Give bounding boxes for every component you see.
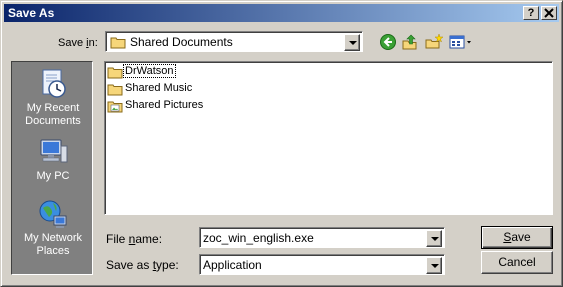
place-my-network-places[interactable]: My Network Places <box>12 198 94 258</box>
place-my-pc[interactable]: My PC <box>12 136 94 183</box>
network-places-icon <box>39 200 67 228</box>
back-icon <box>380 34 396 50</box>
place-label-line1: My Recent <box>26 102 80 114</box>
save-as-dialog: Save As ? Save in: Shared Documents My R… <box>0 0 563 287</box>
save-in-value: Shared Documents <box>130 35 233 49</box>
file-name-value: zoc_win_english.exe <box>203 231 314 245</box>
places-bar: My Recent Documents My PC My Network Pla… <box>11 61 93 275</box>
save-as-type-value: Application <box>203 258 262 272</box>
file-name-label: File name: <box>106 232 163 246</box>
dialog-title: Save As <box>8 6 55 20</box>
close-button[interactable] <box>541 6 557 20</box>
new-folder-icon <box>425 33 444 49</box>
up-folder-button[interactable] <box>401 33 419 51</box>
close-icon <box>544 8 554 18</box>
file-list[interactable]: DrWatson Shared Music Shared Pictures <box>104 61 553 215</box>
place-label-line2: Places <box>36 245 70 257</box>
folder-pictures-icon <box>107 101 123 113</box>
file-name-field[interactable]: zoc_win_english.exe <box>199 227 445 248</box>
place-label-line2: Documents <box>25 115 81 127</box>
chevron-down-icon[interactable] <box>426 257 442 274</box>
cancel-button[interactable]: Cancel <box>481 251 553 274</box>
place-label-line1: My Network <box>23 232 83 244</box>
file-name: DrWatson <box>123 64 176 78</box>
my-pc-icon <box>40 139 68 163</box>
save-in-dropdown[interactable]: Shared Documents <box>105 31 363 52</box>
file-name: Shared Music <box>125 82 193 94</box>
new-folder-button[interactable] <box>425 33 444 51</box>
view-menu-button[interactable] <box>449 33 473 51</box>
title-bar[interactable]: Save As ? <box>4 4 559 22</box>
recent-documents-icon <box>42 69 66 98</box>
folder-icon <box>110 37 126 49</box>
chevron-down-icon[interactable] <box>344 34 360 51</box>
save-as-type-dropdown[interactable]: Application <box>199 254 445 275</box>
view-menu-icon <box>449 35 471 49</box>
back-button[interactable] <box>379 33 397 51</box>
save-as-type-label: Save as type: <box>106 258 179 272</box>
help-button[interactable]: ? <box>523 6 539 20</box>
folder-icon <box>107 67 123 79</box>
save-button[interactable]: Save <box>481 226 553 249</box>
place-label-line1: My PC <box>36 170 70 182</box>
file-name: Shared Pictures <box>125 99 204 111</box>
folder-icon <box>107 84 123 96</box>
place-my-recent-documents[interactable]: My Recent Documents <box>12 68 94 128</box>
save-in-label: Save in: <box>58 37 98 49</box>
up-folder-icon <box>402 34 417 50</box>
chevron-down-icon[interactable] <box>426 230 442 247</box>
